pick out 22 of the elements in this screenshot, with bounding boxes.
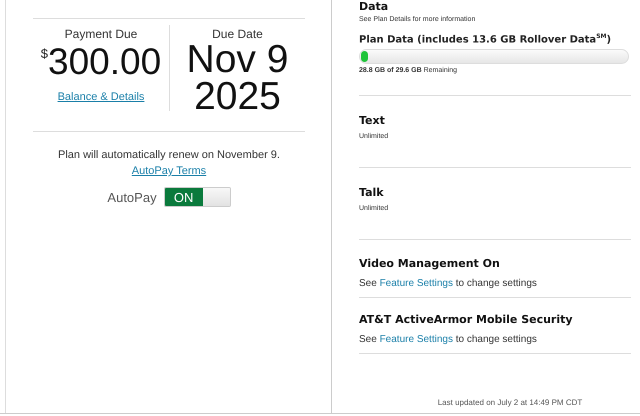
settings-sentence: See Feature Settings to change settings — [359, 278, 538, 289]
due-date-label: Due Date — [212, 27, 263, 41]
feature-settings-link[interactable]: Feature Settings — [380, 334, 453, 345]
renewal-text: Plan will automatically renew on November 9. — [58, 149, 280, 161]
autopay-terms-link[interactable]: AutoPay Terms — [132, 165, 206, 177]
feature-settings-link[interactable]: Feature Settings — [380, 278, 453, 289]
payment-amount: 300.00 — [48, 43, 162, 81]
due-date: Nov 9 — [186, 41, 288, 78]
section-title: Data — [359, 0, 390, 13]
payment-due-label: Payment Due — [64, 27, 138, 41]
currency-symbol: $ — [40, 46, 48, 61]
balance-details-link[interactable]: Balance & Details — [58, 91, 144, 103]
autopay-label: AutoPay — [107, 190, 157, 204]
section-title: AT&T ActiveArmor Mobile Security — [359, 313, 574, 326]
autopay-toggle[interactable]: ON — [164, 187, 231, 207]
last-updated-text: Last updated on July 2 at 14:49 PM CDT — [436, 398, 584, 407]
section-title: Video Management On — [359, 257, 501, 270]
plan-data-title: Plan Data (includes 13.6 GB Rollover Data$^{SM}$) — [359, 33, 612, 46]
settings-sentence: See Feature Settings to change settings — [359, 334, 538, 345]
due-year: 2025 — [194, 78, 281, 115]
section-title: Text — [359, 114, 386, 127]
section-title: Talk — [359, 186, 385, 199]
